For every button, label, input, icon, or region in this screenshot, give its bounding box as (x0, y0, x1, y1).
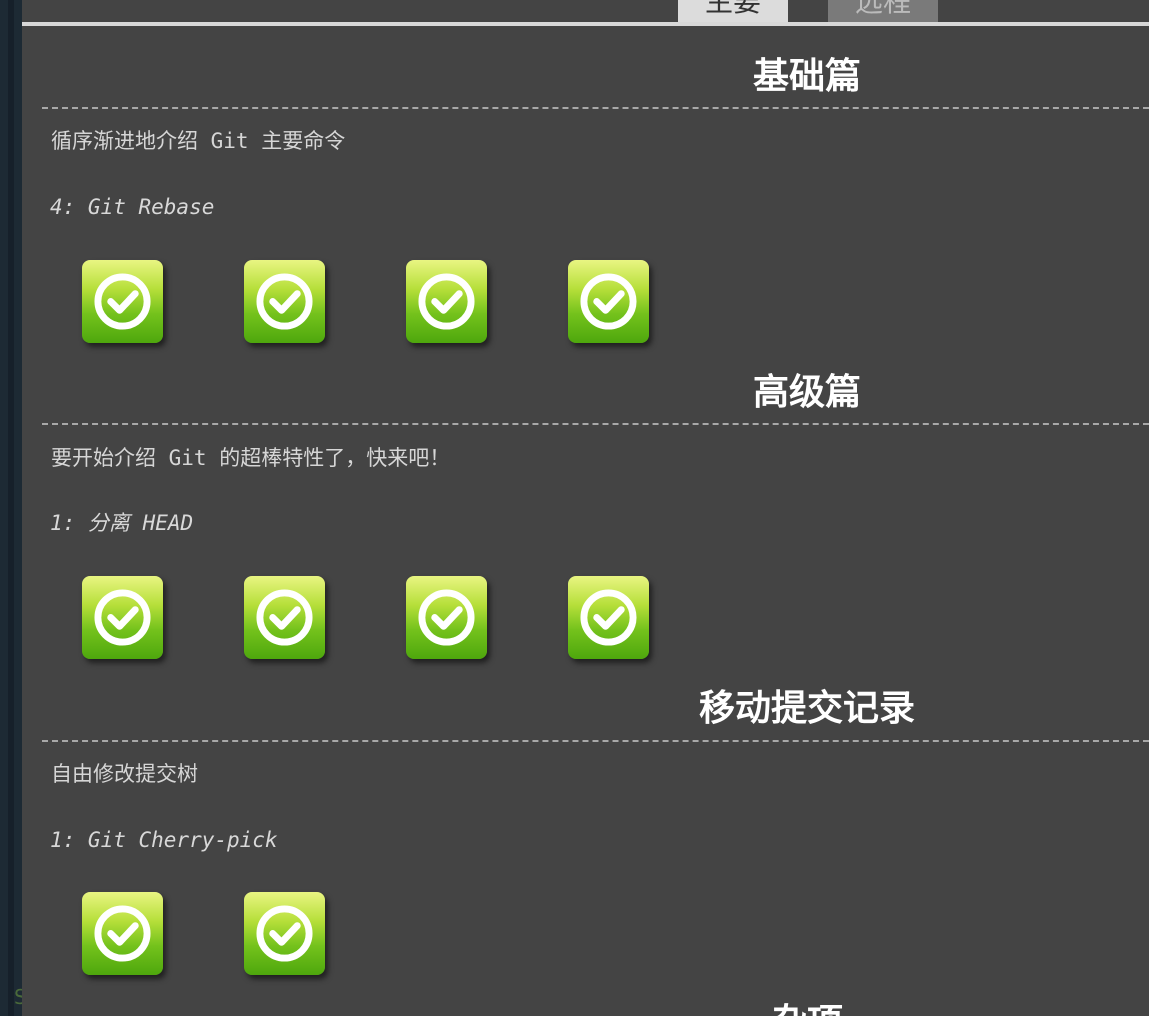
level-button-3[interactable] (406, 260, 487, 343)
level-button-2[interactable] (244, 576, 325, 659)
level-select-panel: 主要 远程 基础篇 循序渐进地介绍 Git 主要命令 4: Git Rebase… (22, 0, 1149, 1016)
current-level-name: 1: Git Cherry-pick (50, 828, 278, 852)
section-title-misc: 杂项 (22, 1000, 1149, 1016)
check-circle-icon (94, 273, 151, 330)
section-title-moving-work: 移动提交记录 (698, 687, 915, 729)
check-circle-icon (94, 589, 151, 646)
section-title-advanced: 高级篇 (752, 371, 861, 413)
level-button-1[interactable] (82, 260, 163, 343)
section-divider (42, 423, 1149, 425)
section-divider (42, 740, 1149, 742)
current-level-name: 1: 分离 HEAD (50, 511, 194, 535)
section-divider (42, 107, 1149, 109)
check-circle-icon (418, 273, 475, 330)
check-circle-icon (580, 589, 637, 646)
level-button-1[interactable] (82, 576, 163, 659)
check-circle-icon (256, 905, 313, 962)
tab-remote[interactable]: 远程 (828, 0, 938, 22)
level-button-4[interactable] (568, 576, 649, 659)
level-button-2[interactable] (244, 892, 325, 975)
check-circle-icon (580, 273, 637, 330)
left-edge-shadow (8, 0, 14, 1016)
level-button-2[interactable] (244, 260, 325, 343)
section-description: 循序渐进地介绍 Git 主要命令 (51, 129, 346, 153)
level-button-1[interactable] (82, 892, 163, 975)
check-circle-icon (256, 273, 313, 330)
section-title-basics: 基础篇 (752, 55, 861, 97)
tab-underline (22, 22, 1149, 26)
current-level-name: 4: Git Rebase (50, 195, 215, 219)
section-description: 自由修改提交树 (51, 762, 198, 786)
tab-main[interactable]: 主要 (678, 0, 788, 22)
check-circle-icon (418, 589, 475, 646)
check-circle-icon (256, 589, 313, 646)
check-circle-icon (94, 905, 151, 962)
level-button-3[interactable] (406, 576, 487, 659)
section-description: 要开始介绍 Git 的超棒特性了，快来吧！ (51, 446, 451, 470)
level-button-4[interactable] (568, 260, 649, 343)
window-left-edge: S (0, 0, 27, 1016)
